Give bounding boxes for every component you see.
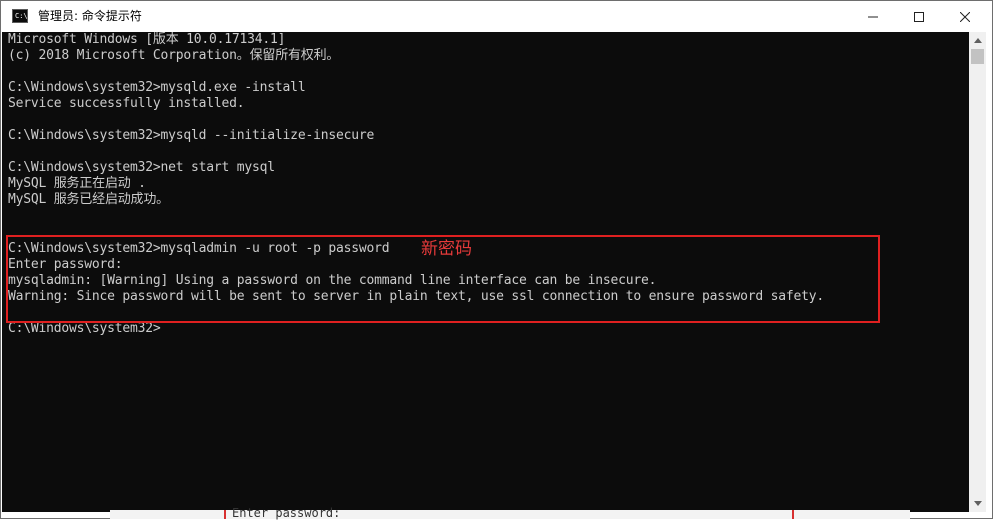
scroll-thumb[interactable] [971,49,984,64]
maximize-button[interactable] [896,1,942,32]
background-window-strip [110,510,910,519]
background-red-border [792,510,794,519]
command-prompt-window: C:\ 管理员: 命令提示符 Microsoft Windows [版本 10.… [0,0,993,519]
background-window-text: Enter password: [232,506,341,520]
console-output-area[interactable]: Microsoft Windows [版本 10.0.17134.1] (c) … [2,32,969,512]
minimize-icon [868,16,878,17]
scroll-up-arrow-icon [973,38,982,43]
highlight-box [6,235,880,323]
console-line: C:\Windows\system32>mysqld.exe -install [8,80,306,95]
background-red-border [224,510,226,519]
close-button[interactable] [942,1,988,32]
console-line: Microsoft Windows [版本 10.0.17134.1] [8,32,286,47]
vertical-scrollbar[interactable] [969,32,986,512]
title-bar[interactable]: C:\ 管理员: 命令提示符 [1,1,992,32]
scroll-up-button[interactable] [969,32,986,49]
window-title: 管理员: 命令提示符 [38,9,142,23]
close-icon [960,11,970,22]
scroll-down-button[interactable] [969,495,986,512]
maximize-icon [914,11,924,22]
scroll-down-arrow-icon [973,501,982,506]
console-line: (c) 2018 Microsoft Corporation。保留所有权利。 [8,48,340,63]
minimize-button[interactable] [850,1,896,32]
console-line: MySQL 服务已经启动成功。 [8,192,169,207]
console-line: C:\Windows\system32> [8,321,161,336]
console-line: C:\Windows\system32>mysqld --initialize-… [8,128,375,143]
console-line: MySQL 服务正在启动 . [8,176,146,191]
console-line: C:\Windows\system32>net start mysql [8,160,275,175]
console-line: Service successfully installed. [8,96,245,111]
cmd-icon-glyph: C:\ [15,12,28,20]
cmd-app-icon[interactable]: C:\ [12,9,28,23]
